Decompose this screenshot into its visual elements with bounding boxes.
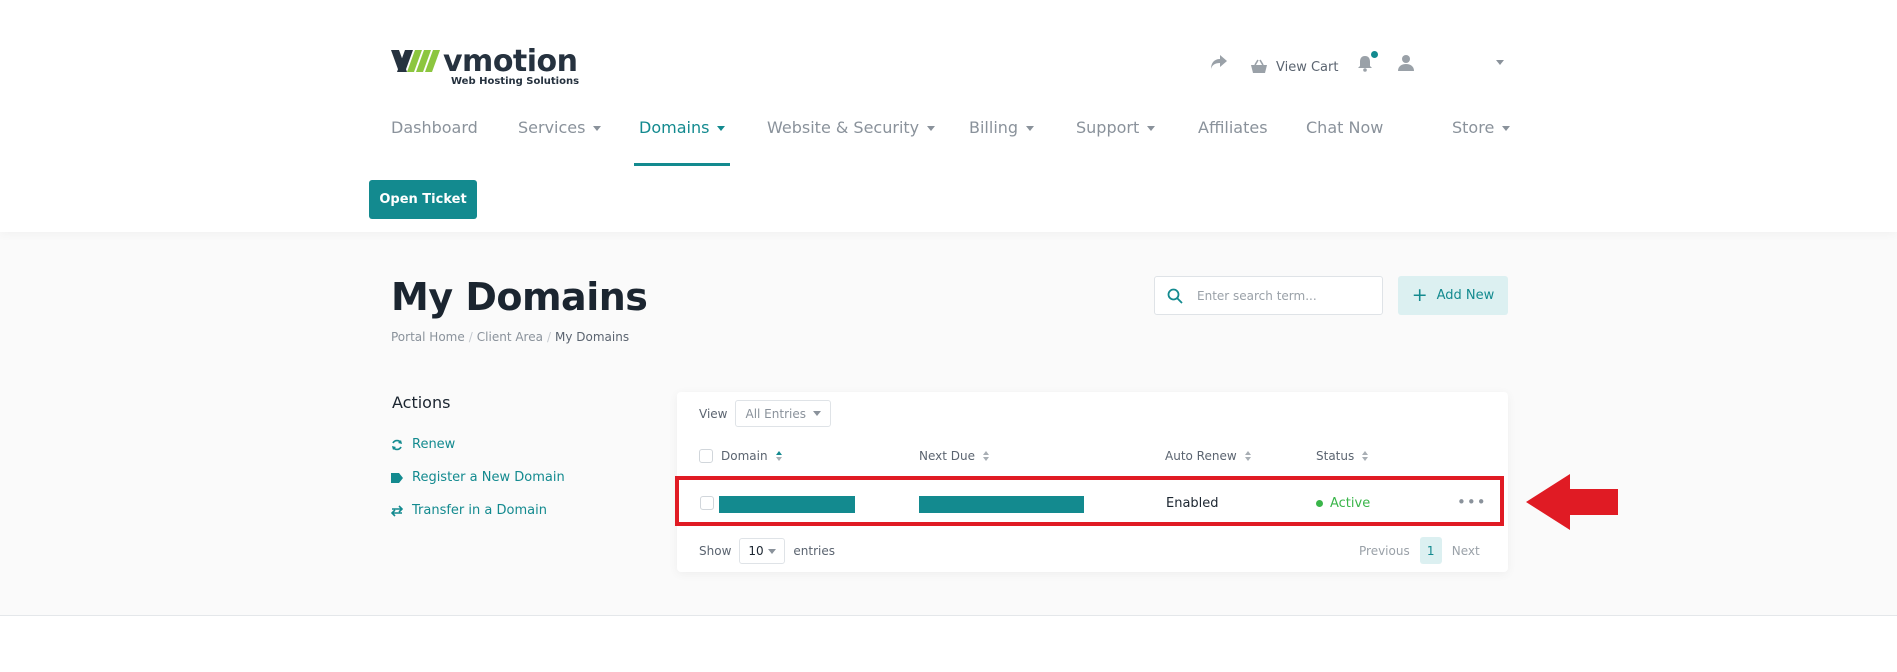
open-ticket-button[interactable]: Open Ticket <box>369 180 477 219</box>
arrow-left-icon <box>1526 474 1618 530</box>
active-tab-indicator <box>634 163 730 166</box>
entries-label: entries <box>793 544 835 558</box>
select-all-checkbox[interactable] <box>699 449 713 463</box>
column-header-domain[interactable]: Domain <box>721 449 782 463</box>
add-new-label: Add New <box>1436 288 1495 303</box>
plus-icon: + <box>1411 284 1428 306</box>
notification-dot <box>1371 51 1378 58</box>
breadcrumb-current: My Domains <box>555 330 630 344</box>
nav-item-support[interactable]: Support <box>1076 118 1156 168</box>
search-input[interactable] <box>1197 288 1367 303</box>
site-header: vmotion Web Hosting Solutions View Cart … <box>0 0 1897 232</box>
view-filter-select[interactable]: All Entries <box>735 400 832 427</box>
nav-item-website-security[interactable]: Website & Security <box>767 118 936 168</box>
breadcrumb-portal-home[interactable]: Portal Home <box>391 330 465 344</box>
share-button[interactable] <box>1210 54 1228 80</box>
user-icon <box>1398 55 1414 71</box>
breadcrumb-separator: / <box>468 330 473 344</box>
pagination-page-1[interactable]: 1 <box>1419 537 1442 564</box>
chevron-down-icon <box>1147 126 1156 131</box>
chevron-down-icon <box>927 126 936 131</box>
tag-icon <box>391 472 403 484</box>
transfer-domain-label: Transfer in a Domain <box>412 503 547 518</box>
page-length-control: Show 10 entries <box>699 538 835 564</box>
logo-mark-icon <box>391 50 440 72</box>
column-header-next-due[interactable]: Next Due <box>919 449 989 463</box>
nav-item-billing[interactable]: Billing <box>969 118 1035 168</box>
view-filter: View All Entries <box>699 400 832 427</box>
share-icon <box>1211 55 1227 69</box>
pagination: Previous 1 Next <box>1359 537 1480 564</box>
nav-item-dashboard[interactable]: Dashboard <box>391 118 478 168</box>
renew-link[interactable]: Renew <box>391 437 455 452</box>
chevron-down-icon <box>717 126 726 131</box>
view-label: View <box>699 406 728 421</box>
account-menu-button[interactable] <box>1397 54 1415 80</box>
vmotion-logo[interactable]: vmotion Web Hosting Solutions <box>391 44 579 90</box>
sort-icon <box>983 451 989 461</box>
breadcrumb-separator: / <box>546 330 551 344</box>
breadcrumb-client-area[interactable]: Client Area <box>477 330 543 344</box>
search-box[interactable] <box>1154 276 1383 315</box>
add-new-button[interactable]: + Add New <box>1398 276 1508 315</box>
nav-item-chat-now[interactable]: Chat Now <box>1306 118 1383 168</box>
pagination-next[interactable]: Next <box>1452 544 1480 558</box>
view-cart-link[interactable]: View Cart <box>1250 54 1338 80</box>
transfer-icon <box>391 504 403 517</box>
nav-item-affiliates[interactable]: Affiliates <box>1198 118 1268 168</box>
actions-heading: Actions <box>392 393 451 412</box>
renew-label: Renew <box>412 437 456 452</box>
chevron-down-icon <box>768 548 777 554</box>
register-domain-label: Register a New Domain <box>412 470 565 485</box>
column-header-status[interactable]: Status <box>1316 449 1369 463</box>
row-highlight-box <box>675 476 1504 526</box>
sort-icon <box>775 451 782 461</box>
register-domain-link[interactable]: Register a New Domain <box>391 470 565 485</box>
nav-item-domains[interactable]: Domains <box>639 118 726 168</box>
page-title: My Domains <box>391 275 648 319</box>
column-header-auto-renew[interactable]: Auto Renew <box>1165 449 1251 463</box>
page-footer <box>0 616 1897 672</box>
transfer-domain-link[interactable]: Transfer in a Domain <box>391 503 547 518</box>
sort-icon <box>1362 451 1369 461</box>
basket-icon <box>1251 59 1267 73</box>
breadcrumb: Portal Home / Client Area / My Domains <box>391 330 629 344</box>
show-label: Show <box>699 544 732 558</box>
sort-icon <box>1244 451 1251 461</box>
chevron-down-icon <box>593 126 602 131</box>
nav-item-store[interactable]: Store <box>1452 118 1511 168</box>
chevron-down-icon <box>1026 126 1035 131</box>
chevron-down-icon <box>813 411 822 416</box>
page-length-select[interactable]: 10 <box>739 538 786 564</box>
notifications-button[interactable] <box>1356 51 1378 80</box>
logo-wordmark: vmotion <box>443 44 578 79</box>
refresh-icon <box>391 439 403 451</box>
pagination-previous[interactable]: Previous <box>1359 544 1410 558</box>
logo-tagline: Web Hosting Solutions <box>451 76 580 87</box>
chevron-down-icon <box>1502 126 1511 131</box>
account-dropdown-caret-icon[interactable] <box>1496 60 1504 65</box>
search-icon <box>1167 288 1183 304</box>
view-cart-label: View Cart <box>1276 59 1339 75</box>
nav-item-services[interactable]: Services <box>518 118 602 168</box>
